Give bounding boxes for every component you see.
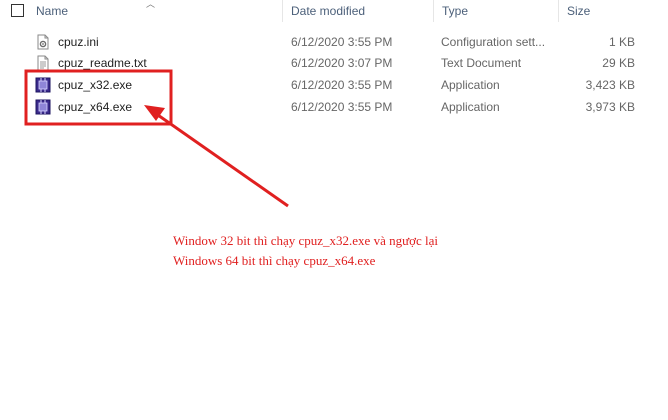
- column-divider[interactable]: [558, 0, 559, 22]
- column-header-date-modified[interactable]: Date modified: [291, 4, 365, 18]
- cpuz-app-icon: [35, 99, 51, 115]
- column-divider[interactable]: [282, 0, 283, 22]
- file-row[interactable]: cpuz.ini 6/12/2020 3:55 PM Configuration…: [0, 31, 668, 53]
- column-divider[interactable]: [433, 0, 434, 22]
- file-type: Application: [441, 78, 500, 92]
- column-header-type[interactable]: Type: [442, 4, 468, 18]
- file-row[interactable]: cpuz_readme.txt 6/12/2020 3:07 PM Text D…: [0, 52, 668, 74]
- file-date: 6/12/2020 3:55 PM: [291, 100, 393, 114]
- column-header-name[interactable]: Name: [36, 4, 68, 18]
- file-date: 6/12/2020 3:55 PM: [291, 78, 393, 92]
- annotation-arrow-line: [154, 111, 289, 208]
- file-type: Configuration sett...: [441, 35, 546, 49]
- file-explorer-view: ︿ Name Date modified Type Size cpuz.ini …: [0, 0, 668, 420]
- file-date: 6/12/2020 3:07 PM: [291, 56, 393, 70]
- column-header-bar: ︿ Name Date modified Type Size: [0, 0, 668, 22]
- annotation-text-line: Window 32 bit thì chạy cpuz_x32.exe và n…: [173, 233, 439, 248]
- sort-caret-icon: ︿: [146, 0, 156, 9]
- file-row[interactable]: cpuz_x32.exe 6/12/2020 3:55 PM Applicati…: [0, 74, 668, 96]
- select-all-checkbox[interactable]: [11, 4, 24, 17]
- file-date: 6/12/2020 3:55 PM: [291, 35, 393, 49]
- file-name: cpuz.ini: [58, 35, 99, 49]
- file-size: 3,973 KB: [585, 100, 635, 114]
- file-size: 1 KB: [608, 35, 635, 49]
- file-type: Text Document: [441, 56, 522, 70]
- file-size: 29 KB: [602, 56, 635, 70]
- file-name: cpuz_x32.exe: [58, 78, 133, 92]
- settings-file-icon: [37, 34, 49, 50]
- file-row[interactable]: cpuz_x64.exe 6/12/2020 3:55 PM Applicati…: [0, 96, 668, 118]
- text-file-icon: [37, 55, 49, 71]
- column-header-size[interactable]: Size: [567, 4, 590, 18]
- file-name: cpuz_readme.txt: [58, 56, 147, 70]
- file-name: cpuz_x64.exe: [58, 100, 133, 114]
- file-size: 3,423 KB: [585, 78, 635, 92]
- annotation-text-line: Windows 64 bit thì chạy cpuz_x64.exe: [173, 253, 376, 268]
- file-type: Application: [441, 100, 500, 114]
- cpuz-app-icon: [35, 77, 51, 93]
